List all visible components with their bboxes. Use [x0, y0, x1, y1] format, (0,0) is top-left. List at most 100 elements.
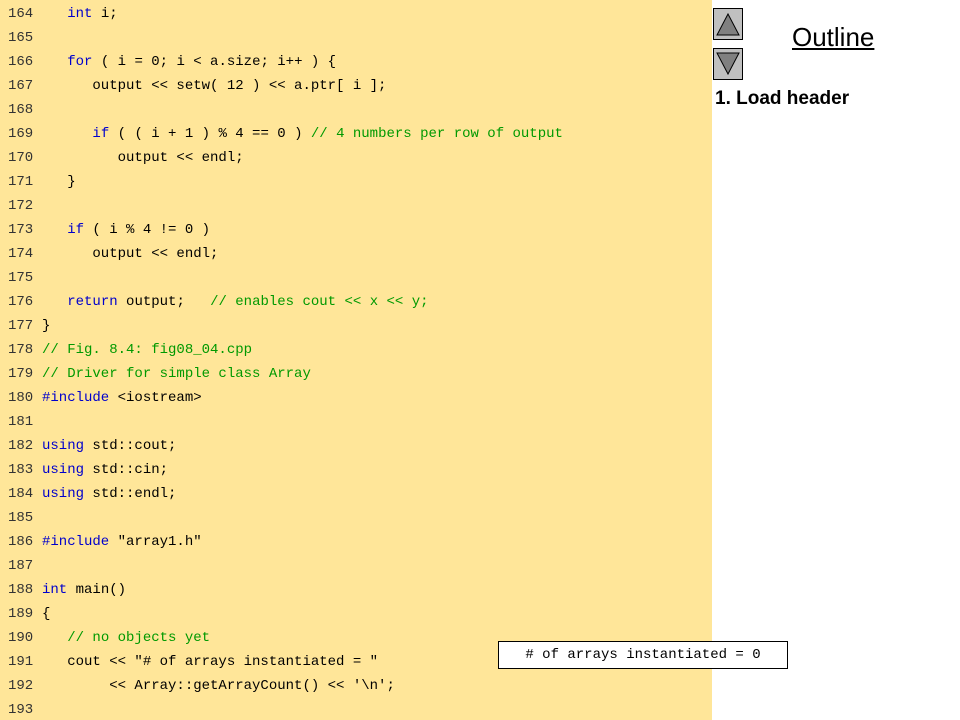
code-text: output << endl; [42, 242, 218, 266]
line-number: 166 [8, 54, 34, 70]
code-comment: // Fig. 8.4: fig08_04.cpp [42, 342, 253, 358]
line-number: 182 [8, 438, 34, 454]
code-keyword: if [92, 126, 110, 142]
code-text: output << setw( 12 ) << a.ptr[ i ]; [42, 74, 386, 98]
program-output-box: # of arrays instantiated = 0 [498, 641, 788, 669]
code-segment: cout << "# of arrays instantiated = " [42, 654, 379, 670]
line-number: 179 [8, 366, 34, 382]
code-comment: // 4 numbers per row of output [310, 126, 563, 142]
code-segment: main() [67, 582, 127, 598]
code-text: if ( i % 4 != 0 ) [42, 218, 210, 242]
code-text: for ( i = 0; i < a.size; i++ ) { [42, 50, 336, 74]
code-text: #include "array1.h" [42, 530, 202, 554]
code-text: if ( ( i + 1 ) % 4 == 0 ) // 4 numbers p… [42, 122, 563, 146]
outline-step-label: 1. Load header [715, 88, 850, 109]
line-number: 174 [8, 246, 34, 262]
line-number: 171 [8, 174, 34, 190]
code-text: { [42, 602, 50, 626]
code-keyword: return [67, 294, 118, 310]
code-keyword: #include [42, 534, 110, 550]
code-text: using std::cin; [42, 458, 168, 482]
code-segment: std::cin; [84, 462, 169, 478]
line-number: 184 [8, 486, 34, 502]
code-keyword: using [42, 486, 85, 502]
code-keyword: int [67, 6, 93, 22]
code-segment: << Array::getArrayCount() << '\n'; [42, 678, 395, 694]
code-keyword: #include [42, 390, 110, 406]
code-segment: } [42, 318, 51, 334]
code-segment: ( i % 4 != 0 ) [84, 222, 211, 238]
line-number: 193 [8, 702, 34, 718]
line-number: 175 [8, 270, 34, 286]
line-number: 181 [8, 414, 34, 430]
line-number: 169 [8, 126, 34, 142]
code-segment: output; [117, 294, 211, 310]
code-text: // no objects yet [42, 626, 210, 650]
code-keyword: int [42, 582, 68, 598]
code-text: << Array::getArrayCount() << '\n'; [42, 674, 395, 698]
code-comment: // no objects yet [67, 630, 211, 646]
line-number: 176 [8, 294, 34, 310]
next-slide-button[interactable] [713, 48, 743, 80]
code-segment: i; [92, 6, 118, 22]
previous-slide-button[interactable] [713, 8, 743, 40]
line-number: 164 [8, 6, 34, 22]
code-segment: std::endl; [84, 486, 177, 502]
code-text: // Driver for simple class Array [42, 362, 311, 386]
line-number: 189 [8, 606, 34, 622]
code-keyword: for [67, 54, 93, 70]
code-text: using std::endl; [42, 482, 176, 506]
code-text: output << endl; [42, 146, 244, 170]
code-segment: { [42, 606, 51, 622]
code-segment: "array1.h" [109, 534, 202, 550]
line-number: 180 [8, 390, 34, 406]
line-number: 190 [8, 630, 34, 646]
line-number: 168 [8, 102, 34, 118]
code-text: int i; [42, 2, 118, 26]
code-text: #include <iostream> [42, 386, 202, 410]
line-number: 186 [8, 534, 34, 550]
line-number: 178 [8, 342, 34, 358]
code-text: // Fig. 8.4: fig08_04.cpp [42, 338, 252, 362]
line-number: 185 [8, 510, 34, 526]
code-text: } [42, 314, 50, 338]
code-segment: ( ( i + 1 ) % 4 == 0 ) [109, 126, 311, 142]
code-comment: // enables cout << x << y; [210, 294, 429, 310]
line-number: 191 [8, 654, 34, 670]
line-number: 187 [8, 558, 34, 574]
code-comment: // Driver for simple class Array [42, 366, 311, 382]
code-text: return output; // enables cout << x << y… [42, 290, 429, 314]
code-listing-panel: 164 int i; 165 166 for ( i = 0; i < a.size… [0, 0, 712, 720]
line-number: 172 [8, 198, 34, 214]
code-segment: output << endl; [42, 246, 219, 262]
outline-title[interactable]: Outline [792, 22, 874, 53]
triangle-up-icon [716, 12, 740, 36]
code-text: } [42, 170, 76, 194]
line-number: 192 [8, 678, 34, 694]
line-number: 170 [8, 150, 34, 166]
line-number: 188 [8, 582, 34, 598]
code-text: cout << "# of arrays instantiated = " [42, 650, 378, 674]
code-keyword: using [42, 462, 85, 478]
code-text: using std::cout; [42, 434, 176, 458]
code-keyword: if [67, 222, 85, 238]
code-segment: ( i = 0; i < a.size; i++ ) { [92, 54, 337, 70]
code-segment: std::cout; [84, 438, 177, 454]
code-segment: output << endl; [42, 150, 244, 166]
line-number: 167 [8, 78, 34, 94]
triangle-down-icon [716, 52, 740, 76]
line-number: 177 [8, 318, 34, 334]
code-segment: output << setw( 12 ) << a.ptr[ i ]; [42, 78, 387, 94]
line-number: 183 [8, 462, 34, 478]
code-text: int main() [42, 578, 126, 602]
code-keyword: using [42, 438, 85, 454]
code-segment: <iostream> [109, 390, 202, 406]
line-number: 165 [8, 30, 34, 46]
code-segment: } [42, 174, 76, 190]
